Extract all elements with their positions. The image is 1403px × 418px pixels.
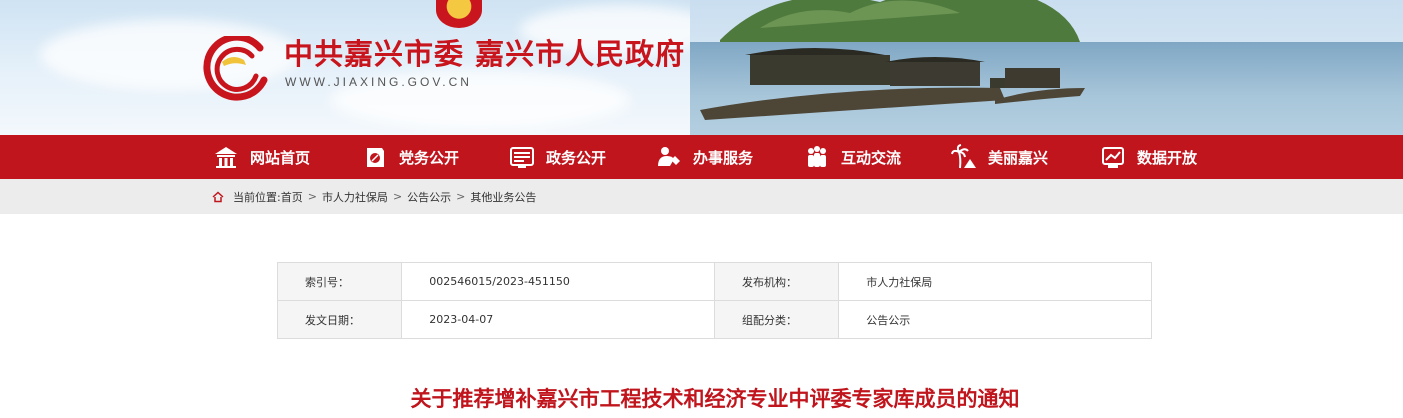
gov-affairs-icon — [510, 147, 534, 168]
publisher-value: 市人力社保局 — [838, 262, 1152, 301]
scenery-icon — [951, 144, 976, 169]
issue-date-value: 2023-04-07 — [401, 300, 715, 339]
breadcrumb-prefix: 当前位置: — [233, 190, 281, 204]
breadcrumb-item-home[interactable]: 首页 — [281, 189, 303, 205]
nav-label-services: 办事服务 — [693, 148, 754, 167]
nav-label-interaction: 互动交流 — [841, 148, 902, 167]
article-title: 关于推荐增补嘉兴市工程技术和经济专业中评委专家库成员的通知 — [410, 387, 1020, 411]
index-number-value: 002546015/2023-451150 — [401, 262, 715, 301]
nav-item-gov-affairs[interactable]: 政务公开 — [509, 135, 606, 179]
interaction-icon — [808, 146, 826, 167]
nav-item-party-affairs[interactable]: 党务公开 — [362, 135, 459, 179]
nav-item-beautiful-jiaxing[interactable]: 美丽嘉兴 — [951, 135, 1048, 179]
breadcrumb-separator: > — [307, 190, 317, 203]
breadcrumb: 当前位置: 首页 > 市人力社保局 > 公告公示 > 其他业务公告 — [212, 179, 536, 214]
nav-label-gov-affairs: 政务公开 — [546, 148, 607, 167]
site-url: WWW.JIAXING.GOV.CN — [285, 75, 472, 89]
category-label: 组配分类： — [713, 300, 840, 339]
jiaxing-logo-icon — [203, 36, 268, 101]
breadcrumb-item-announcements[interactable]: 公告公示 — [407, 189, 451, 205]
nav-item-home[interactable]: 网站首页 — [213, 135, 310, 179]
party-icon — [367, 148, 384, 167]
service-icon — [658, 147, 680, 166]
breadcrumb-item-hrss-bureau[interactable]: 市人力社保局 — [322, 189, 388, 205]
location-home-icon — [212, 190, 224, 202]
nav-label-open-data: 数据开放 — [1137, 148, 1198, 167]
national-emblem-icon — [436, 0, 482, 28]
main-nav: 网站首页 党务公开 政务公开 办事服务 互动交流 美丽嘉兴 数据开放 — [0, 135, 1403, 179]
index-number-label: 索引号： — [276, 262, 403, 301]
site-title[interactable]: 中共嘉兴市委 嘉兴市人民政府 — [284, 31, 685, 73]
nav-label-home: 网站首页 — [250, 148, 311, 167]
breadcrumb-separator: > — [392, 190, 403, 203]
breadcrumb-item-other-notices[interactable]: 其他业务公告 — [470, 189, 536, 205]
header-banner: 中共嘉兴市委 嘉兴市人民政府 WWW.JIAXING.GOV.CN — [0, 0, 1403, 135]
nav-item-interaction[interactable]: 互动交流 — [804, 135, 901, 179]
red-boat-scene-image — [690, 0, 1403, 135]
table-row: 索引号： 002546015/2023-451150 发布机构： 市人力社保局 — [276, 262, 1152, 301]
issue-date-label: 发文日期： — [276, 300, 403, 339]
nav-label-beautiful-jiaxing: 美丽嘉兴 — [988, 148, 1049, 167]
home-icon — [215, 147, 237, 168]
table-row: 发文日期： 2023-04-07 组配分类： 公告公示 — [276, 300, 1152, 339]
data-icon — [1102, 147, 1124, 168]
nav-item-services[interactable]: 办事服务 — [656, 135, 753, 179]
breadcrumb-bar: 当前位置: 首页 > 市人力社保局 > 公告公示 > 其他业务公告 — [0, 179, 1403, 214]
nav-label-party-affairs: 党务公开 — [399, 148, 460, 167]
publisher-label: 发布机构： — [713, 262, 840, 301]
category-value: 公告公示 — [838, 300, 1152, 339]
document-info-table: 索引号： 002546015/2023-451150 发布机构： 市人力社保局 … — [276, 262, 1152, 339]
nav-item-open-data[interactable]: 数据开放 — [1100, 135, 1197, 179]
breadcrumb-separator: > — [456, 190, 466, 203]
